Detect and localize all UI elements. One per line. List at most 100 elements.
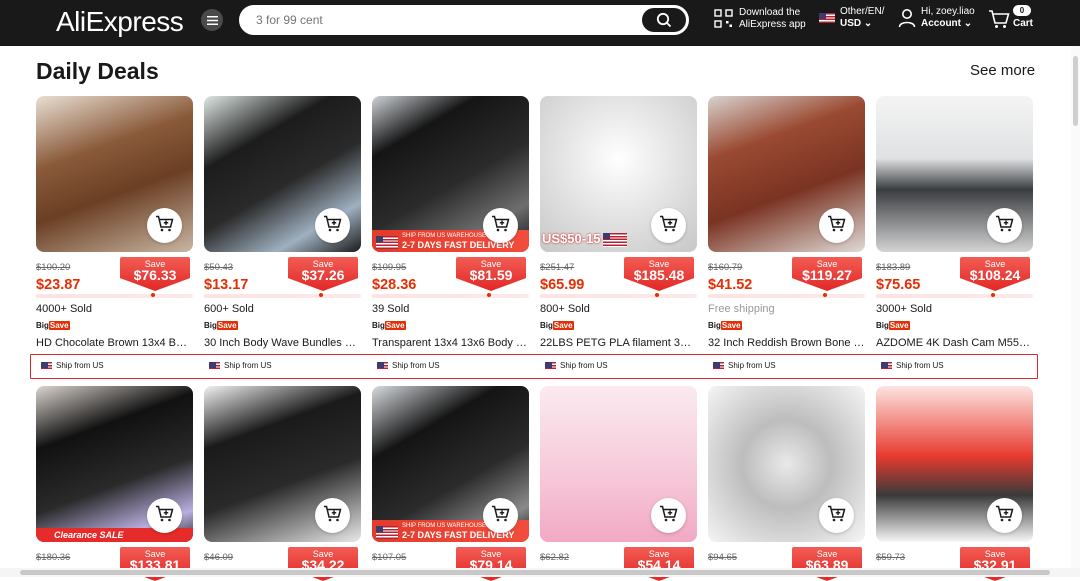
cart-icon (989, 10, 1010, 28)
add-to-cart-icon (323, 215, 342, 237)
save-badge: Save $108.24 (960, 257, 1030, 291)
bigsave-save: Save (384, 321, 406, 330)
sold-count: 4000+ Sold (36, 303, 92, 315)
search-button[interactable] (642, 8, 686, 32)
horizontal-scrollbar[interactable] (0, 568, 1080, 577)
progress-indicator (150, 293, 155, 297)
product-title[interactable]: Transparent 13x4 13x6 Body Wave Lace Wig (372, 337, 529, 349)
product-image[interactable]: SHIP FROM US WAREHOUSE 2-7 DAYS FAST DELI… (372, 386, 529, 542)
product-image[interactable] (708, 96, 865, 252)
original-price: $107.05 (372, 552, 407, 563)
save-badge: Save $37.26 (288, 257, 358, 291)
hamburger-icon (206, 15, 218, 25)
add-to-cart-button[interactable] (987, 208, 1022, 243)
aliexpress-logo[interactable]: AliExpress (56, 6, 184, 38)
deal-progress-bar (372, 293, 529, 298)
add-to-cart-icon (323, 505, 342, 527)
currency-label: USD ⌄ (840, 18, 873, 29)
sale-price: $23.87 (36, 277, 81, 293)
product-title[interactable]: 30 Inch Body Wave Bundles Human Hair (204, 337, 361, 349)
save-badge: Save $76.33 (120, 257, 190, 291)
add-to-cart-button[interactable] (651, 498, 686, 533)
product-image[interactable]: Clearance SALE (36, 386, 193, 542)
product-image[interactable] (204, 96, 361, 252)
product-title[interactable]: AZDOME 4K Dash Cam M550 Pro (876, 337, 1033, 349)
add-to-cart-icon (995, 215, 1014, 237)
vertical-scroll-thumb[interactable] (1073, 56, 1078, 126)
product-image[interactable] (876, 96, 1033, 252)
original-price: $94.65 (708, 552, 738, 563)
add-to-cart-icon (659, 215, 678, 237)
progress-indicator (822, 293, 827, 297)
bigsave-badge: BigSave (708, 321, 742, 330)
save-amount: $108.24 (969, 267, 1021, 283)
user-icon (898, 9, 916, 28)
bigsave-big: Big (540, 321, 553, 330)
bigsave-save: Save (216, 321, 238, 330)
deal-progress-bar (204, 293, 361, 298)
banner-line-2: 2-7 DAYS FAST DELIVERY (402, 530, 515, 540)
categories-menu-button[interactable] (201, 9, 223, 31)
product-image[interactable] (204, 386, 361, 542)
product-title[interactable]: HD Chocolate Brown 13x4 Body Wave Lace F… (36, 337, 193, 349)
bigsave-save: Save (48, 321, 70, 330)
product-image[interactable] (540, 386, 697, 542)
add-to-cart-button[interactable] (315, 208, 350, 243)
bigsave-badge: BigSave (540, 321, 574, 330)
account-label: Account ⌄ (921, 18, 973, 29)
bigsave-badge: BigSave (876, 321, 910, 330)
add-to-cart-button[interactable] (483, 498, 518, 533)
top-navigation-bar: AliExpress Download the AliExpress app O… (0, 0, 1080, 46)
section-title: Daily Deals (36, 58, 159, 84)
horizontal-scroll-thumb[interactable] (20, 570, 1050, 575)
add-to-cart-icon (995, 505, 1014, 527)
download-app-link[interactable]: Download the AliExpress app (714, 7, 806, 31)
bigsave-big: Big (36, 321, 49, 330)
banner-line-2: 2-7 DAYS FAST DELIVERY (402, 240, 515, 250)
cart-label: Cart (1013, 18, 1034, 29)
vertical-scrollbar[interactable] (1071, 46, 1080, 568)
deal-progress-bar (540, 293, 697, 298)
product-image[interactable] (36, 96, 193, 252)
language-currency-selector[interactable]: Other/EN/ USD ⌄ (819, 6, 884, 30)
bigsave-badge: BigSave (204, 321, 238, 330)
product-title[interactable]: 22LBS PETG PLA filament 3D printer (540, 337, 697, 349)
account-greeting: Hi, zoey.liao (921, 6, 975, 17)
original-price: $50.43 (204, 262, 234, 273)
sold-count: 39 Sold (372, 303, 410, 315)
product-image[interactable] (708, 386, 865, 542)
original-price: $109.95 (372, 262, 407, 273)
bigsave-big: Big (876, 321, 889, 330)
coupon-sticker: US$50-15 (542, 231, 627, 247)
account-menu[interactable]: Hi, zoey.liao Account ⌄ (898, 6, 975, 30)
add-to-cart-icon (491, 215, 510, 237)
original-price: $183.89 (876, 262, 911, 273)
original-price: $59.73 (876, 552, 906, 563)
add-to-cart-button[interactable] (147, 208, 182, 243)
product-title[interactable]: 32 Inch Reddish Brown Bone Straight Wig (708, 337, 865, 349)
add-to-cart-icon (827, 215, 846, 237)
us-flag-icon (602, 233, 627, 247)
add-to-cart-button[interactable] (147, 498, 182, 533)
bigsave-big: Big (204, 321, 217, 330)
see-more-link[interactable]: See more (970, 62, 1035, 79)
add-to-cart-button[interactable] (987, 498, 1022, 533)
add-to-cart-button[interactable] (819, 498, 854, 533)
add-to-cart-button[interactable] (651, 208, 686, 243)
sold-count: 800+ Sold (540, 303, 590, 315)
original-price: $100.20 (36, 262, 71, 273)
add-to-cart-icon (155, 505, 174, 527)
product-image[interactable]: SHIP FROM US WAREHOUSE 2-7 DAYS FAST DELI… (372, 96, 529, 252)
add-to-cart-button[interactable] (819, 208, 854, 243)
original-price: $160.79 (708, 262, 743, 273)
bigsave-badge: BigSave (372, 321, 406, 330)
coupon-text: US$50-15 (542, 231, 601, 247)
product-image[interactable] (876, 386, 1033, 542)
add-to-cart-button[interactable] (315, 498, 350, 533)
save-amount: $119.27 (802, 267, 852, 283)
original-price: $46.09 (204, 552, 234, 563)
search-input[interactable] (256, 13, 626, 27)
product-image[interactable]: US$50-15 (540, 96, 697, 252)
add-to-cart-button[interactable] (483, 208, 518, 243)
save-amount: $37.26 (301, 267, 345, 283)
